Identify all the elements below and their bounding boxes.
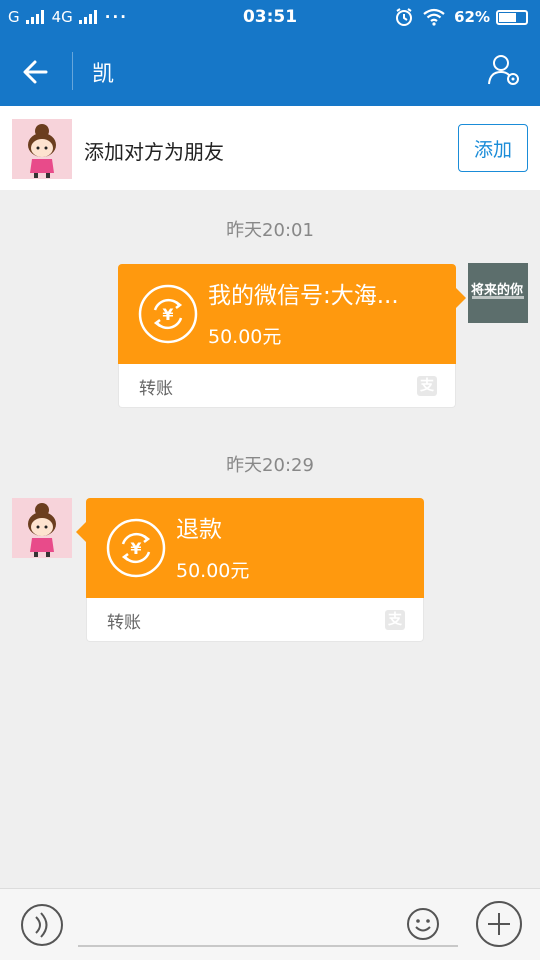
transfer-title: 我的微信号:大海... bbox=[208, 283, 399, 309]
avatar[interactable] bbox=[12, 119, 72, 179]
alipay-icon: 支 bbox=[385, 610, 405, 630]
transfer-card-footer: 转账 支 bbox=[118, 364, 456, 408]
input-bar bbox=[0, 888, 540, 960]
status-bar: G 4G ··· 03:51 62% bbox=[0, 0, 540, 36]
yuan-exchange-icon: ¥ bbox=[138, 284, 198, 344]
arrow-left-icon[interactable] bbox=[18, 54, 54, 90]
message-input[interactable] bbox=[78, 945, 458, 947]
transfer-card-footer: 转账 支 bbox=[86, 598, 424, 642]
alarm-icon bbox=[396, 8, 413, 26]
add-friend-button[interactable]: 添加 bbox=[458, 124, 528, 172]
transfer-amount: 50.00元 bbox=[176, 560, 250, 582]
transfer-label: 转账 bbox=[107, 613, 141, 633]
add-friend-text: 添加对方为朋友 bbox=[84, 140, 224, 164]
cartoon-girl-icon bbox=[12, 498, 72, 558]
battery-percent: 62% bbox=[454, 8, 490, 26]
alipay-icon: 支 bbox=[417, 376, 437, 396]
avatar-self-subtext bbox=[472, 296, 524, 299]
battery-icon bbox=[496, 9, 528, 25]
bubble-tail bbox=[456, 288, 466, 308]
nav-bar: 凯 bbox=[0, 36, 540, 106]
status-right: 62% bbox=[386, 7, 528, 27]
transfer-amount: 50.00元 bbox=[208, 326, 282, 348]
add-friend-bar: 添加对方为朋友 添加 bbox=[0, 106, 540, 190]
avatar[interactable] bbox=[12, 498, 72, 558]
transfer-title: 退款 bbox=[176, 517, 222, 543]
emoji-icon[interactable] bbox=[406, 907, 440, 941]
svg-text:¥: ¥ bbox=[130, 539, 141, 558]
timestamp: 昨天20:01 bbox=[226, 220, 314, 241]
cartoon-girl-icon bbox=[12, 119, 72, 179]
yuan-exchange-icon: ¥ bbox=[106, 518, 166, 578]
avatar-self[interactable]: 将来的你 bbox=[468, 263, 528, 323]
plus-icon[interactable] bbox=[476, 901, 522, 947]
transfer-card-body: ¥ 我的微信号:大海... 50.00元 bbox=[118, 264, 456, 364]
transfer-card-sent[interactable]: ¥ 我的微信号:大海... 50.00元 转账 支 bbox=[118, 264, 466, 408]
transfer-card-received[interactable]: ¥ 退款 50.00元 转账 支 bbox=[76, 498, 424, 642]
profile-settings-icon[interactable] bbox=[486, 52, 522, 88]
wifi-icon bbox=[423, 8, 445, 26]
transfer-label: 转账 bbox=[139, 379, 173, 399]
page-title: 凯 bbox=[92, 62, 115, 87]
timestamp: 昨天20:29 bbox=[226, 455, 314, 476]
bubble-tail bbox=[76, 522, 86, 542]
svg-text:¥: ¥ bbox=[162, 305, 173, 324]
voice-icon[interactable] bbox=[20, 903, 64, 947]
transfer-card-body: ¥ 退款 50.00元 bbox=[86, 498, 424, 598]
nav-divider bbox=[72, 52, 73, 90]
